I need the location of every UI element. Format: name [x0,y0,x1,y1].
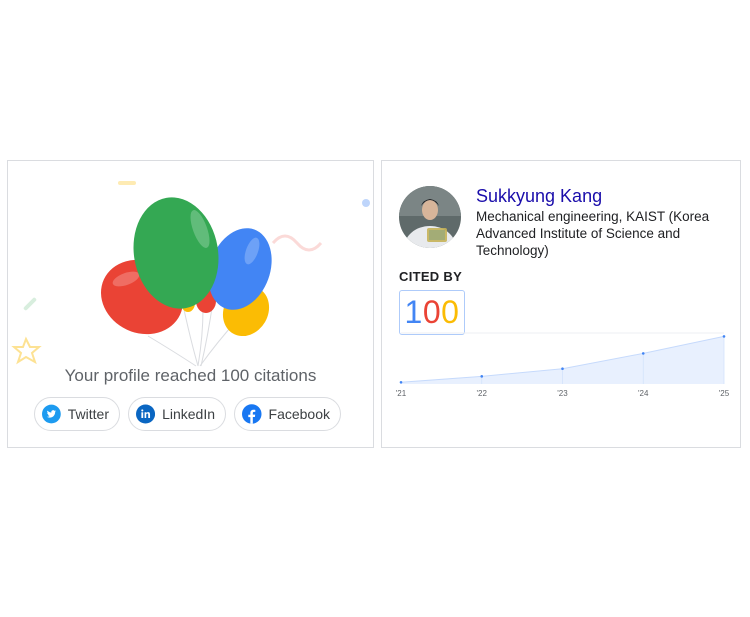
share-linkedin-button[interactable]: LinkedIn [128,397,226,431]
citation-count-digit: 0 [441,294,460,330]
profile-photo [399,186,461,248]
share-facebook-label: Facebook [268,406,330,422]
x-tick-label: '25 [719,389,730,398]
celebration-card: Your profile reached 100 citations Twitt… [7,160,374,448]
twitter-icon [42,404,61,424]
cited-by-label: CITED BY [399,269,463,284]
x-tick-label: '23 [557,389,568,398]
facebook-icon [242,404,262,424]
author-name-link[interactable]: Sukkyung Kang [476,186,602,207]
data-point[interactable] [722,335,726,338]
profile-card: Sukkyung Kang Mechanical engineering, KA… [381,160,741,448]
citation-count-digit: 1 [404,294,423,330]
linkedin-icon [136,404,156,424]
share-twitter-button[interactable]: Twitter [34,397,120,431]
data-point[interactable] [480,375,484,378]
author-affiliation: Mechanical engineering, KAIST (Korea Adv… [476,209,710,258]
celebration-message: Your profile reached 100 citations [64,366,317,385]
x-tick-label: '22 [477,389,488,398]
data-point[interactable] [561,367,564,370]
x-tick-label: '21 [396,389,407,398]
share-twitter-label: Twitter [67,406,109,422]
citation-count-digit: 0 [422,294,442,330]
data-point[interactable] [641,352,645,355]
x-tick-label: '24 [638,389,649,398]
data-point[interactable] [399,381,403,384]
share-linkedin-label: LinkedIn [162,406,215,422]
share-facebook-button[interactable]: Facebook [234,397,341,431]
balloons-illustration [11,181,370,367]
avatar[interactable] [399,186,461,248]
citations-per-year-chart: '21 '22 '23 '24 '25 [396,332,730,398]
